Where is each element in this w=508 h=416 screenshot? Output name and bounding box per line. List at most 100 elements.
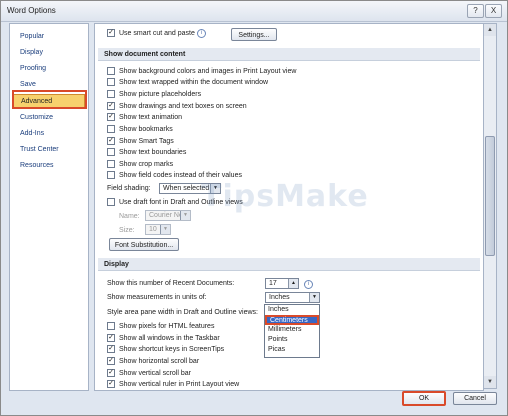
watermark: TipsMake	[201, 179, 369, 214]
ok-button[interactable]: OK	[402, 391, 446, 406]
advanced-highlight-box	[12, 90, 87, 109]
dropdown-option-points[interactable]: Points	[265, 335, 319, 345]
option-row: Show text wrapped within the document wi…	[107, 77, 268, 88]
spinner-arrows-icon: ▲	[288, 279, 298, 288]
option-label: Show bookmarks	[119, 126, 173, 133]
option-checkbox[interactable]	[107, 136, 115, 145]
option-row: Show horizontal scroll bar	[107, 356, 199, 367]
dropdown-option-centimeters[interactable]: Centimeters	[265, 315, 319, 325]
smart-cut-paste-row: Use smart cut and pastei	[107, 28, 206, 39]
option-label: Show crop marks	[119, 161, 174, 168]
font-size-value: 10	[149, 226, 157, 233]
font-name-select[interactable]: Courier New ▼	[145, 210, 191, 221]
scrollbar-thumb[interactable]	[485, 136, 495, 256]
sidebar-item-display[interactable]: Display	[13, 46, 85, 60]
cancel-button[interactable]: Cancel	[453, 392, 497, 405]
vertical-scrollbar[interactable]: ▲ ▼	[483, 23, 497, 389]
word-options-dialog: Word Options ? X Popular Display Proofin…	[0, 0, 508, 416]
help-button[interactable]: ?	[467, 4, 484, 18]
option-checkbox[interactable]	[107, 159, 115, 168]
sidebar-item-add-ins[interactable]: Add-Ins	[13, 127, 85, 141]
dropdown-option-picas[interactable]: Picas	[265, 345, 319, 355]
option-label: Show text boundaries	[119, 149, 187, 156]
option-row: Show background colors and images in Pri…	[107, 66, 296, 77]
show-document-content-header: Show document content	[98, 48, 480, 61]
field-shading-label: Field shading:	[107, 185, 151, 192]
option-checkbox[interactable]	[107, 344, 115, 353]
measurement-units-select[interactable]: Inches ▼	[265, 292, 320, 303]
option-row: Show text boundaries	[107, 147, 186, 158]
sidebar-item-trust-center[interactable]: Trust Center	[13, 143, 85, 157]
option-checkbox[interactable]	[107, 112, 115, 121]
option-label: Show vertical scroll bar	[119, 370, 191, 377]
option-row: Show drawings and text boxes on screen	[107, 101, 247, 112]
option-label: Show text wrapped within the document wi…	[119, 79, 269, 86]
display-header: Display	[98, 258, 480, 271]
settings-button[interactable]: Settings...	[231, 28, 277, 41]
recent-documents-spinner[interactable]: 17 ▲	[265, 278, 299, 289]
sidebar-item-customize[interactable]: Customize	[13, 111, 85, 125]
option-label: Show shortcut keys in ScreenTips	[119, 346, 225, 353]
option-checkbox[interactable]	[107, 89, 115, 98]
option-label: Show text animation	[119, 114, 183, 121]
option-row: Show vertical ruler in Print Layout view	[107, 379, 239, 390]
close-button[interactable]: X	[485, 4, 502, 18]
font-name-label: Name:	[119, 213, 140, 220]
option-checkbox[interactable]	[107, 356, 115, 365]
option-checkbox[interactable]	[107, 333, 115, 342]
font-size-label: Size:	[119, 227, 135, 234]
option-label: Show vertical ruler in Print Layout view	[119, 381, 240, 388]
option-row: Show vertical scroll bar	[107, 368, 191, 379]
window-title: Word Options	[7, 6, 56, 15]
smart-cut-paste-checkbox[interactable]	[107, 28, 115, 37]
option-row: Show text animation	[107, 112, 182, 123]
option-label: Show Smart Tags	[119, 138, 174, 145]
measurement-units-label: Show measurements in units of:	[107, 294, 207, 301]
info-icon: i	[304, 280, 313, 289]
recent-documents-value: 17	[269, 280, 277, 287]
option-checkbox[interactable]	[107, 147, 115, 156]
option-checkbox[interactable]	[107, 379, 115, 388]
option-label: Show background colors and images in Pri…	[119, 68, 297, 75]
sidebar-item-proofing[interactable]: Proofing	[13, 62, 85, 76]
dropdown-option-millimeters[interactable]: Millimeters	[265, 325, 319, 335]
scroll-down-icon[interactable]: ▼	[484, 376, 496, 388]
option-label: Show field codes instead of their values	[119, 172, 242, 179]
option-checkbox[interactable]	[107, 321, 115, 330]
option-checkbox[interactable]	[107, 170, 115, 179]
option-checkbox[interactable]	[107, 124, 115, 133]
sidebar-item-resources[interactable]: Resources	[13, 159, 85, 173]
measurement-units-dropdown: Inches Centimeters Millimeters Points Pi…	[264, 304, 320, 358]
scroll-up-icon[interactable]: ▲	[484, 24, 496, 36]
option-checkbox[interactable]	[107, 66, 115, 75]
option-checkbox[interactable]	[107, 368, 115, 377]
option-checkbox[interactable]	[107, 77, 115, 86]
option-label: Show drawings and text boxes on screen	[119, 103, 247, 110]
style-area-width-label: Style area pane width in Draft and Outli…	[107, 309, 258, 316]
recent-documents-label: Show this number of Recent Documents:	[107, 280, 235, 287]
option-checkbox[interactable]	[107, 101, 115, 110]
sidebar-item-popular[interactable]: Popular	[13, 30, 85, 44]
sidebar: Popular Display Proofing Save Advanced C…	[9, 23, 89, 391]
option-label: Show all windows in the Taskbar	[119, 335, 220, 342]
option-row: Show shortcut keys in ScreenTips	[107, 344, 224, 355]
measurement-units-value: Inches	[269, 294, 290, 301]
option-row: Show bookmarks	[107, 124, 173, 135]
option-label: Show picture placeholders	[119, 91, 202, 98]
chevron-down-icon: ▼	[180, 211, 190, 220]
font-size-select[interactable]: 10 ▼	[145, 224, 171, 235]
option-row: Show picture placeholders	[107, 89, 201, 100]
option-row: Show pixels for HTML features	[107, 321, 214, 332]
option-row: Show all windows in the Taskbar	[107, 333, 220, 344]
option-row: Show crop marks	[107, 159, 173, 170]
option-label: Show horizontal scroll bar	[119, 358, 200, 365]
dropdown-option-inches[interactable]: Inches	[265, 305, 319, 315]
chevron-down-icon: ▼	[309, 293, 319, 302]
title-bar: Word Options ? X	[1, 1, 507, 22]
info-icon: i	[196, 29, 206, 38]
chevron-down-icon: ▼	[160, 225, 170, 234]
draft-font-checkbox[interactable]	[107, 197, 115, 206]
smart-cut-paste-label: Use smart cut and paste	[119, 30, 195, 37]
font-substitution-button[interactable]: Font Substitution...	[109, 238, 179, 251]
option-row: Show Smart Tags	[107, 136, 174, 147]
